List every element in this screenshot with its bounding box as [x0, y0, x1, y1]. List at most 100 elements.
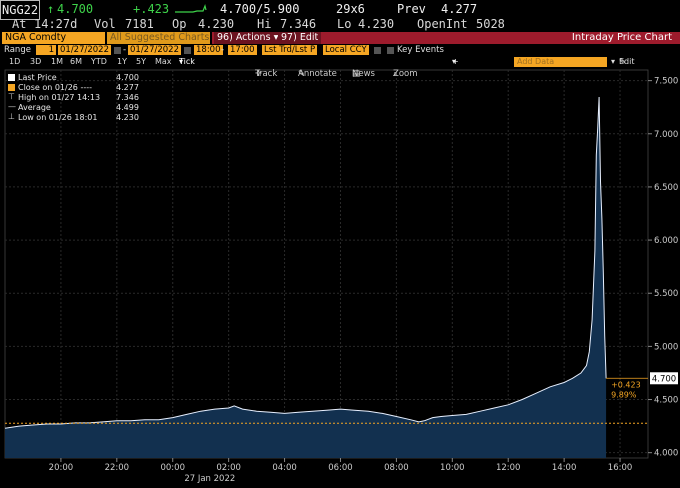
period-1y[interactable]: 1Y [117, 56, 127, 68]
actions-label: 96) Actions [217, 32, 271, 43]
y-tick-label: 5.500 [654, 289, 678, 299]
price-chart[interactable]: 20:00 22:00 00:00 02:00 04:00 06:00 08:00 10:00… [0, 68, 680, 488]
period-toolbar: 1D 3D 1M 6M YTD 1Y 5Y Max Tick ▾ + Quick… [0, 56, 680, 90]
last-price: 4.700 [57, 2, 94, 16]
end-time-input[interactable]: 17:00 [228, 45, 257, 55]
range-number-input[interactable]: 1 [36, 45, 56, 55]
net-change: +.423 [133, 2, 170, 16]
legend-label: High on 01/27 14:13 [18, 93, 101, 102]
at-time: 14:27d [34, 17, 78, 31]
period-6m[interactable]: 6M [70, 56, 82, 68]
open-value: 4.230 [198, 17, 235, 31]
x-tick-label: 08:00 [384, 463, 409, 473]
suggested-charts-button[interactable]: All Suggested Charts [107, 32, 210, 44]
period-5y[interactable]: 5Y [136, 56, 146, 68]
actions-menu[interactable]: 96) Actions ▾ [214, 32, 282, 44]
legend-label: Close on 01/26 ---- [18, 83, 92, 92]
start-date-input[interactable]: 01/27/2022 [58, 45, 111, 55]
x-tick-label: 20:00 [49, 463, 74, 473]
date-separator: - [123, 45, 127, 55]
chevron-down-icon: ▾ [179, 57, 184, 66]
open-label: Op [172, 17, 187, 31]
security-field[interactable]: NGA Comdty [2, 32, 105, 44]
x-tick-label: 06:00 [328, 463, 353, 473]
high-label: Hi [257, 17, 272, 31]
low-label: Lo [337, 17, 352, 31]
range-toolbar: Range 1 01/27/2022 - 01/27/2022 18:00 - … [0, 44, 680, 56]
chart-legend: Last Price 4.700 Close on 01/26 ---- 4.2… [8, 73, 139, 123]
y-tick-label: 6.000 [654, 236, 678, 246]
security-toolbar: NGA Comdty All Suggested Charts 96) Acti… [0, 31, 680, 44]
x-tick-label: 02:00 [216, 463, 241, 473]
price-mode-select[interactable]: Lst Trd/Lst P [262, 45, 318, 55]
date-label: 27 Jan 2022 [184, 474, 235, 484]
legend-label: Low on 01/26 18:01 [18, 113, 98, 122]
x-tick-label: 04:00 [272, 463, 297, 473]
period-1d[interactable]: 1D [9, 56, 20, 68]
add-data-input[interactable]: Add Data [514, 57, 607, 67]
x-tick-label: 16:00 [608, 463, 633, 473]
legend-value: 4.230 [116, 113, 139, 122]
period-max[interactable]: Max [155, 56, 172, 68]
legend-item-close[interactable]: Close on 01/26 ---- 4.277 [8, 83, 139, 93]
x-tick-label: 22:00 [105, 463, 130, 473]
openint-label: OpenInt [417, 17, 468, 31]
y-tick-label: 5.000 [654, 342, 678, 352]
bid-ask: 4.700/5.900 [220, 2, 300, 16]
sparkline-icon [175, 4, 207, 13]
low-marker-icon: ⊥ [8, 112, 15, 121]
calendar-icon[interactable] [184, 47, 191, 54]
legend-item-last-price[interactable]: Last Price 4.700 [8, 73, 139, 83]
quote-line-1: NGG22 ↑ 4.700 +.423 4.700/5.900 29x6 Pre… [0, 0, 680, 20]
legend-swatch [8, 84, 15, 91]
x-tick-label: 00:00 [160, 463, 185, 473]
legend-value: 4.277 [116, 83, 139, 92]
chevron-down-icon[interactable]: ▾ [611, 56, 615, 68]
edit-menu[interactable]: 97) Edit [278, 32, 322, 44]
end-date-input[interactable]: 01/27/2022 [128, 45, 181, 55]
x-tick-label: 10:00 [440, 463, 465, 473]
key-events-label: Key Events [397, 45, 444, 55]
legend-value: 7.346 [116, 93, 139, 102]
x-tick-label: 12:00 [496, 463, 521, 473]
start-time-input[interactable]: 18:00 [194, 45, 223, 55]
time-separator: - [221, 45, 225, 55]
last-value-tag-label: 4.700 [652, 374, 676, 384]
bid-ask-size: 29x6 [336, 2, 365, 16]
legend-item-high[interactable]: ⊤ High on 01/27 14:13 7.346 [8, 92, 139, 103]
zoom-label: Zoom [393, 69, 418, 79]
period-3d[interactable]: 3D [30, 56, 41, 68]
edit-label: 97) Edit [281, 32, 319, 43]
annotate-label: Annotate [298, 69, 337, 79]
volume: 7181 [125, 17, 154, 31]
range-label: Range [4, 45, 31, 55]
function-title: Intraday Price Chart [571, 32, 672, 43]
news-label: News [352, 69, 375, 79]
legend-value: 4.700 [116, 73, 139, 82]
legend-label: Last Price [18, 73, 57, 82]
up-arrow-icon: ↑ [47, 2, 55, 16]
quote-line-2: At 14:27d Vol 7181 Op 4.230 Hi 7.346 Lo … [0, 17, 680, 32]
vol-label: Vol [94, 17, 116, 31]
legend-swatch [8, 74, 15, 81]
chevron-down-icon: ▾ [452, 57, 457, 66]
period-ytd[interactable]: YTD [91, 56, 107, 68]
y-tick-label: 4.500 [654, 396, 678, 406]
at-label: At [12, 17, 27, 31]
openint-value: 5028 [476, 17, 505, 31]
period-1m[interactable]: 1M [51, 56, 63, 68]
legend-item-average[interactable]: — Average 4.499 [8, 102, 139, 113]
x-tick-label: 14:00 [552, 463, 577, 473]
key-events-checkbox[interactable] [387, 47, 394, 54]
calendar-icon[interactable] [114, 47, 121, 54]
high-value: 7.346 [280, 17, 317, 31]
prev-label: Prev [397, 2, 426, 16]
ccy-dropdown-icon[interactable] [374, 47, 381, 54]
y-tick-label: 6.500 [654, 183, 678, 193]
legend-item-low[interactable]: ⊥ Low on 01/26 18:01 4.230 [8, 112, 139, 123]
y-tick-label: 7.000 [654, 130, 678, 140]
prev-close: 4.277 [441, 2, 478, 16]
high-marker-icon: ⊤ [8, 92, 15, 101]
currency-select[interactable]: Local CCY [323, 45, 369, 55]
legend-label: Average [18, 103, 51, 112]
